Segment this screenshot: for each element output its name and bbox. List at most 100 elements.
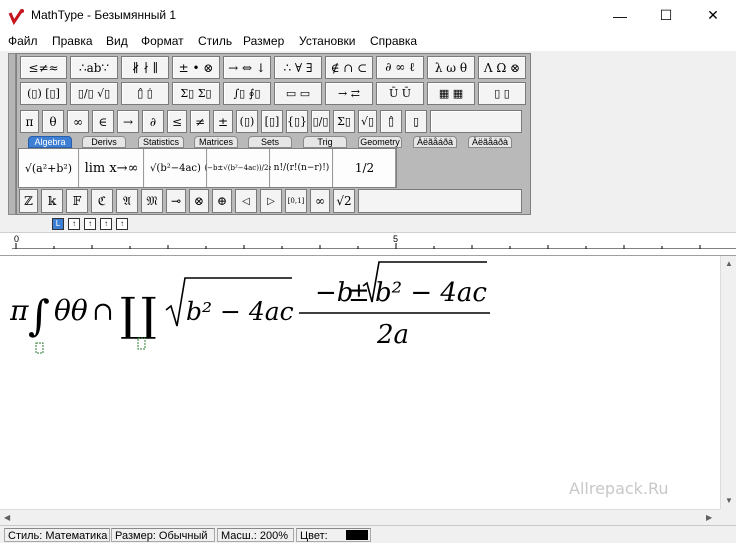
bar-parens-button[interactable]: (▯) bbox=[236, 110, 258, 133]
ruler[interactable]: 0 5 bbox=[0, 232, 736, 256]
tab-matrices[interactable]: Matrices bbox=[194, 136, 238, 148]
tab-button-3[interactable]: ↑ bbox=[100, 218, 112, 230]
bar-element-of-button[interactable]: ∈ bbox=[92, 110, 114, 133]
equation[interactable]: π ∫ θθ ∩ ∐ b² − 4ac −b ± b² − 4ac 2a bbox=[10, 258, 510, 368]
fences-palette-button[interactable]: (▯) [▯] bbox=[20, 82, 67, 105]
bar-brackets-button[interactable]: [▯] bbox=[261, 110, 283, 133]
tab-sets[interactable]: Sets bbox=[248, 136, 292, 148]
tab-custom-2[interactable]: Àëãåáðà bbox=[468, 136, 512, 148]
relations-palette-button[interactable]: ≤≠≈ bbox=[20, 56, 67, 79]
tab-trig[interactable]: Trig bbox=[303, 136, 347, 148]
bar-fraction-button[interactable]: ▯/▯ bbox=[311, 110, 330, 133]
align-left-button[interactable]: L bbox=[52, 218, 64, 230]
vertical-scrollbar[interactable]: ▲ ▼ bbox=[720, 256, 736, 509]
bar-superscript-button[interactable]: ▯̂ bbox=[380, 110, 402, 133]
menu-view[interactable]: Вид bbox=[106, 34, 128, 48]
menu-format[interactable]: Формат bbox=[141, 34, 184, 48]
labeled-arrows-palette-button[interactable]: → ⇄ bbox=[325, 82, 373, 105]
symbol-triangle-right[interactable]: ▷ bbox=[260, 189, 282, 213]
products-palette-button[interactable]: Ū Ū bbox=[376, 82, 424, 105]
bar-braces-button[interactable]: {▯} bbox=[286, 110, 308, 133]
symbol-otimes[interactable]: ⊗ bbox=[189, 189, 209, 213]
symbol-oplus[interactable]: ⊕ bbox=[212, 189, 232, 213]
symbol-triangle-left[interactable]: ◁ bbox=[235, 189, 257, 213]
bar-pi-button[interactable]: π bbox=[20, 110, 39, 133]
scroll-up-icon[interactable]: ▲ bbox=[725, 259, 733, 268]
maximize-button[interactable]: ☐ bbox=[643, 0, 689, 31]
menu-file[interactable]: Файл bbox=[8, 34, 38, 48]
matrices-palette-button[interactable]: ▦ ▦ bbox=[427, 82, 475, 105]
template-one-half[interactable]: 1/2 bbox=[334, 149, 396, 187]
subscripts-palette-button[interactable]: ▯̂ ▯̇ bbox=[121, 82, 169, 105]
status-size: Размер: Обычный bbox=[111, 528, 215, 542]
tab-button-1[interactable]: ↑ bbox=[68, 218, 80, 230]
template-combination[interactable]: n!/(r!(n−r)!) bbox=[271, 149, 333, 187]
embellishments-palette-button[interactable]: ∦ ∤ ∥ bbox=[121, 56, 169, 79]
greek-lower-palette-button[interactable]: λ ω θ bbox=[427, 56, 475, 79]
symbol-fraktur-m[interactable]: 𝔐 bbox=[141, 189, 163, 213]
symbol-sqrt-two[interactable]: √2 bbox=[333, 189, 355, 213]
operators-palette-button[interactable]: ± • ⊗ bbox=[172, 56, 220, 79]
bar-sum-button[interactable]: Σ▯ bbox=[333, 110, 355, 133]
symbol-row-empty[interactable] bbox=[358, 189, 522, 213]
bar-partial-button[interactable]: ∂ bbox=[142, 110, 164, 133]
symbol-c[interactable]: ℭ bbox=[91, 189, 113, 213]
bar-theta-button[interactable]: θ bbox=[42, 110, 64, 133]
bars-palette-button[interactable]: ▭ ▭ bbox=[274, 82, 322, 105]
misc-symbols-palette-button[interactable]: ∂ ∞ ℓ bbox=[376, 56, 424, 79]
template-hypotenuse[interactable]: √(a²+b²) bbox=[19, 149, 79, 187]
close-button[interactable]: ✕ bbox=[690, 0, 736, 31]
status-bar: Стиль: Математика Размер: Обычный Масш.:… bbox=[0, 525, 736, 543]
integrals-palette-button[interactable]: ∫▯ ∮▯ bbox=[223, 82, 271, 105]
status-color-swatch bbox=[346, 530, 368, 540]
symbol-fraktur-a[interactable]: 𝔄 bbox=[116, 189, 138, 213]
tab-statistics[interactable]: Statistics bbox=[138, 136, 184, 148]
menu-preferences[interactable]: Установки bbox=[299, 34, 355, 48]
tab-algebra[interactable]: Algebra bbox=[28, 136, 72, 148]
fractions-palette-button[interactable]: ▯/▯ √▯ bbox=[70, 82, 118, 105]
scroll-right-icon[interactable]: ▶ bbox=[706, 513, 712, 522]
menu-edit[interactable]: Правка bbox=[52, 34, 93, 48]
tab-button-4[interactable]: ↑ bbox=[116, 218, 128, 230]
bar-subscript-button[interactable]: ▯̣ bbox=[405, 110, 427, 133]
bar-sqrt-button[interactable]: √▯ bbox=[358, 110, 377, 133]
arrows-palette-button[interactable]: → ⇔ ↓ bbox=[223, 56, 271, 79]
horizontal-scrollbar[interactable]: ◀ ▶ bbox=[0, 509, 720, 525]
summations-palette-button[interactable]: Σ▯ Σ▯ bbox=[172, 82, 220, 105]
template-quadratic-formula[interactable]: (−b±√(b²−4ac))/2a bbox=[204, 149, 273, 187]
bar-empty-slot[interactable] bbox=[430, 110, 522, 133]
symbol-k[interactable]: 𝕜 bbox=[41, 189, 63, 213]
spaces-palette-button[interactable]: ∴ab∵ bbox=[70, 56, 118, 79]
symbol-field-f[interactable]: 𝔽 bbox=[66, 189, 88, 213]
toolbar-grip[interactable] bbox=[8, 53, 16, 215]
tab-geometry[interactable]: Geometry bbox=[358, 136, 402, 148]
menu-help[interactable]: Справка bbox=[370, 34, 417, 48]
sets-palette-button[interactable]: ∉ ∩ ⊂ bbox=[325, 56, 373, 79]
menu-size[interactable]: Размер bbox=[243, 34, 284, 48]
symbol-interval[interactable]: [0,1] bbox=[285, 189, 307, 213]
tab-button-2[interactable]: ↑ bbox=[84, 218, 96, 230]
bar-infinity-button[interactable]: ∞ bbox=[67, 110, 89, 133]
template-limit[interactable]: lim x→∞ bbox=[80, 149, 144, 187]
formula-denominator: 2a bbox=[376, 320, 409, 350]
scroll-left-icon[interactable]: ◀ bbox=[4, 513, 10, 522]
menu-style[interactable]: Стиль bbox=[198, 34, 232, 48]
minimize-button[interactable]: — bbox=[597, 0, 643, 31]
scroll-down-icon[interactable]: ▼ bbox=[725, 496, 733, 505]
symbol-multimap[interactable]: ⊸ bbox=[166, 189, 186, 213]
logic-palette-button[interactable]: ∴ ∀ ∃ bbox=[274, 56, 322, 79]
bar-arrow-button[interactable]: → bbox=[117, 110, 139, 133]
bar-neq-button[interactable]: ≠ bbox=[190, 110, 210, 133]
bar-leq-button[interactable]: ≤ bbox=[167, 110, 187, 133]
tab-derivs[interactable]: Derivs bbox=[82, 136, 126, 148]
template-discriminant[interactable]: √(b²−4ac) bbox=[145, 149, 207, 187]
symbol-infinity[interactable]: ∞ bbox=[310, 189, 330, 213]
boxes-palette-button[interactable]: ▯ ▯ bbox=[478, 82, 526, 105]
symbol-integers[interactable]: ℤ bbox=[19, 189, 38, 213]
bar-pm-button[interactable]: ± bbox=[213, 110, 233, 133]
integral-limit-placeholder[interactable] bbox=[35, 342, 44, 354]
window-title: MathType - Безымянный 1 bbox=[31, 8, 177, 22]
palette-tabs: Algebra Derivs Statistics Matrices Sets … bbox=[18, 136, 530, 148]
greek-upper-palette-button[interactable]: Λ Ω ⊗ bbox=[478, 56, 526, 79]
tab-custom-1[interactable]: Àëãåáðà bbox=[413, 136, 457, 148]
